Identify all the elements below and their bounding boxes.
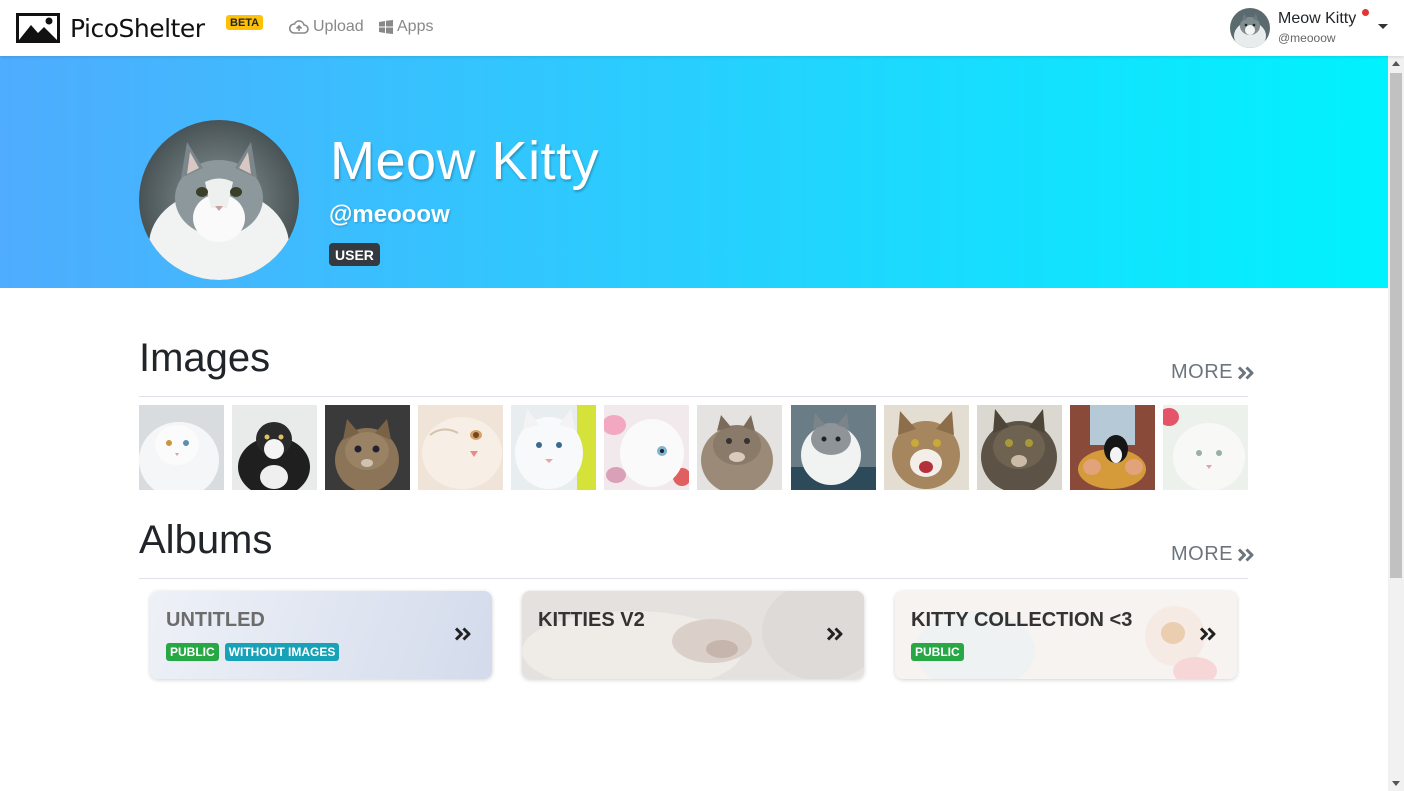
- notification-dot: [1362, 9, 1369, 16]
- double-chevron-right-icon: [827, 627, 843, 641]
- image-thumbnail[interactable]: [511, 405, 596, 490]
- scrollbar-thumb[interactable]: [1390, 73, 1402, 578]
- windows-icon: [379, 20, 393, 34]
- image-thumbnail[interactable]: [139, 405, 224, 490]
- without-images-badge: WITHOUT IMAGES: [224, 643, 340, 661]
- image-thumbnail[interactable]: [884, 405, 969, 490]
- nav-user-handle: @meooow: [1278, 31, 1336, 45]
- beta-badge: BETA: [226, 15, 264, 30]
- profile-name: Meow Kitty: [330, 131, 600, 191]
- album-badges: PUBLIC: [911, 643, 970, 661]
- chevron-down-icon: [1378, 24, 1388, 29]
- album-title: KITTIES V2: [538, 609, 645, 631]
- nav-upload-link[interactable]: Upload: [289, 18, 364, 36]
- profile-avatar: [139, 120, 299, 280]
- album-card-kitty-collection[interactable]: KITTY COLLECTION <3 PUBLIC: [895, 591, 1237, 679]
- logo-icon: [16, 13, 60, 43]
- albums-section-title: Albums: [139, 518, 273, 562]
- scroll-down-icon[interactable]: [1392, 781, 1400, 786]
- image-thumbnail[interactable]: [977, 405, 1062, 490]
- cloud-upload-icon: [289, 20, 309, 34]
- images-section-title: Images: [139, 336, 271, 380]
- images-divider: [139, 396, 1248, 397]
- images-more-link[interactable]: MORE: [1171, 361, 1255, 384]
- image-thumbnail[interactable]: [604, 405, 689, 490]
- album-card-untitled[interactable]: UNTITLED PUBLIC WITHOUT IMAGES: [150, 591, 492, 679]
- image-thumbnail[interactable]: [791, 405, 876, 490]
- albums-more-label: MORE: [1171, 543, 1233, 565]
- brand-name: PicoShelter: [70, 13, 205, 43]
- profile-banner: Meow Kitty @meooow USER: [0, 56, 1388, 288]
- avatar: [1230, 8, 1270, 48]
- scroll-up-icon[interactable]: [1392, 61, 1400, 66]
- image-thumbnail[interactable]: [1163, 405, 1248, 490]
- image-thumbnail[interactable]: [697, 405, 782, 490]
- image-thumbnail[interactable]: [325, 405, 410, 490]
- double-chevron-right-icon: [455, 627, 471, 641]
- album-title: UNTITLED: [166, 609, 265, 631]
- user-menu-toggle[interactable]: Meow Kitty @meooow: [1230, 8, 1395, 48]
- images-more-label: MORE: [1171, 361, 1233, 383]
- public-badge: PUBLIC: [166, 643, 219, 661]
- navbar: PicoShelter BETA Upload Apps Meow Kitty: [0, 0, 1404, 56]
- page-scrollbar[interactable]: [1388, 56, 1404, 791]
- image-thumbnail[interactable]: [232, 405, 317, 490]
- double-chevron-right-icon: [1238, 365, 1254, 380]
- album-cover: [895, 591, 1237, 679]
- nav-upload-label: Upload: [313, 18, 364, 35]
- album-cover: [522, 591, 864, 679]
- album-card-kitties-v2[interactable]: KITTIES V2: [522, 591, 864, 679]
- nav-apps-link[interactable]: Apps: [379, 18, 433, 36]
- albums-more-link[interactable]: MORE: [1171, 543, 1255, 566]
- profile-handle: @meooow: [329, 201, 450, 228]
- role-badge: USER: [329, 243, 380, 266]
- albums-divider: [139, 578, 1248, 579]
- album-badges: PUBLIC WITHOUT IMAGES: [166, 643, 345, 661]
- double-chevron-right-icon: [1238, 547, 1254, 562]
- nav-user-name: Meow Kitty: [1278, 10, 1357, 27]
- image-thumbnail[interactable]: [418, 405, 503, 490]
- public-badge: PUBLIC: [911, 643, 964, 661]
- brand-link[interactable]: PicoShelter BETA: [16, 12, 264, 44]
- double-chevron-right-icon: [1200, 627, 1216, 641]
- nav-apps-label: Apps: [397, 18, 434, 35]
- album-title: KITTY COLLECTION <3: [911, 609, 1133, 631]
- image-thumbnail[interactable]: [1070, 405, 1155, 490]
